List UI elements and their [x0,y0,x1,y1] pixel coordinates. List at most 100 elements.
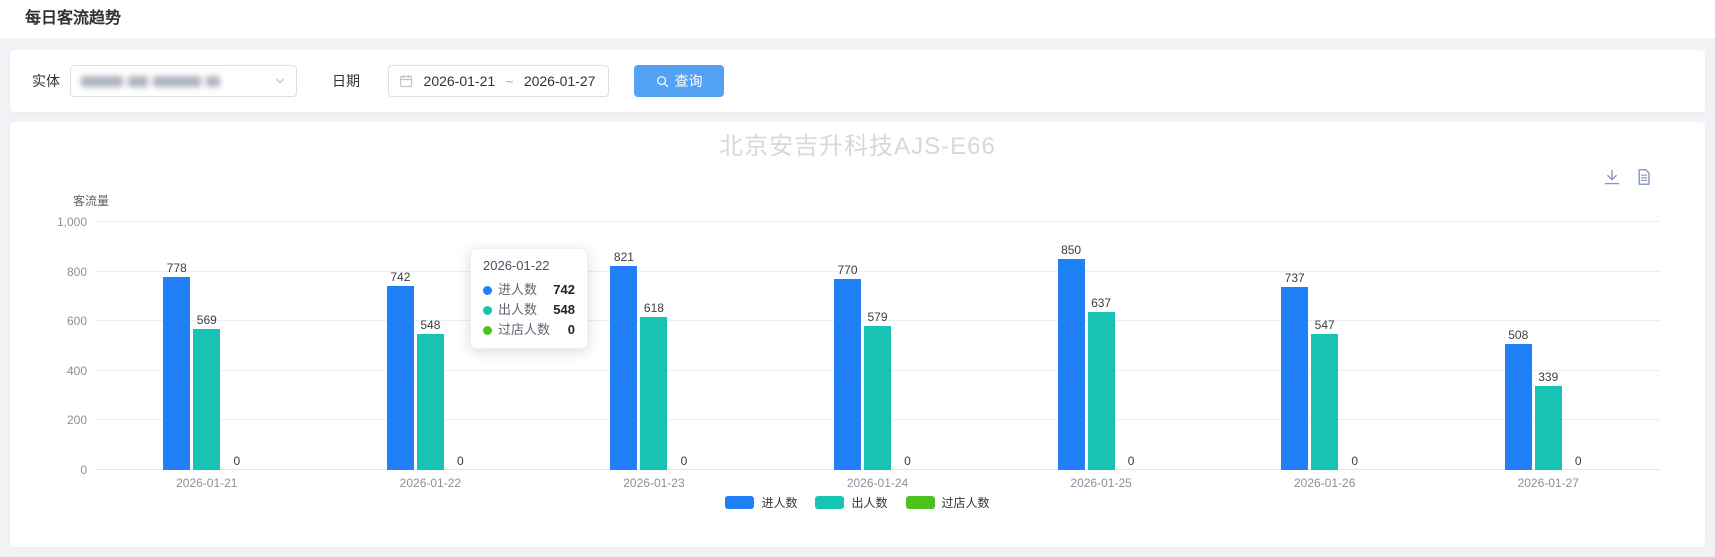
tooltip-series-label: 过店人数 [498,320,550,340]
bar-出人数[interactable]: 548 [417,334,444,470]
x-tick-label: 2026-01-26 [1213,476,1437,490]
x-tick-label: 2026-01-23 [542,476,766,490]
legend-item-出人数[interactable]: 出人数 [815,494,887,511]
bar-group[interactable]: 7785690 [95,222,319,470]
date-start-value[interactable]: 2026-01-21 [421,73,498,89]
bar-value-label: 548 [420,318,440,332]
x-tick-label: 2026-01-25 [989,476,1213,490]
legend-label: 出人数 [851,494,887,511]
bar-group[interactable]: 7705790 [766,222,990,470]
y-tick-label: 1,000 [57,215,87,229]
chart-panel: 北京安吉升科技AJS-E66 客流量 0 200 400 600 800 1,000 778… [10,122,1705,547]
bar-出人数[interactable]: 547 [1311,334,1338,470]
bar-进人数[interactable]: 508 [1505,344,1532,470]
entity-label: 实体 [32,71,60,91]
search-icon [656,75,669,88]
date-separator: ~ [506,74,514,89]
bar-value-label: 0 [1575,454,1582,468]
tooltip-title: 2026-01-22 [483,258,575,273]
series-dot-icon [483,326,492,335]
tooltip-row: 过店人数 0 [483,320,575,340]
tooltip-series-value: 548 [553,300,575,320]
bar-value-label: 737 [1285,271,1305,285]
bar-出人数[interactable]: 618 [640,317,667,470]
bar-进人数[interactable]: 821 [610,266,637,470]
legend-item-过店人数[interactable]: 过店人数 [906,494,990,511]
entity-redacted-value [81,76,220,87]
plot-area: 02004006008001,0007785690742548082161807… [95,222,1660,470]
bar-value-label: 508 [1508,328,1528,342]
bar-进人数[interactable]: 742 [387,286,414,470]
x-axis-labels: 2026-01-212026-01-222026-01-232026-01-24… [95,476,1660,490]
tooltip-series-label: 进人数 [498,280,537,300]
legend-marker-icon [815,496,844,509]
bar-value-label: 637 [1091,296,1111,310]
bar-value-label: 770 [838,263,858,277]
bar-出人数[interactable]: 339 [1535,386,1562,470]
chart-tooltip: 2026-01-22 进人数 742 出人数 548过店人数 0 [470,248,588,349]
legend-marker-icon [725,496,754,509]
bar-value-label: 821 [614,250,634,264]
page-title: 每日客流趋势 [25,0,121,38]
date-label: 日期 [332,71,360,91]
y-tick-label: 400 [67,364,87,378]
tooltip-row: 出人数 548 [483,300,575,320]
watermark-text: 北京安吉升科技AJS-E66 [10,126,1705,161]
bar-group[interactable]: 5083390 [1436,222,1660,470]
bar-group[interactable]: 7375470 [1213,222,1437,470]
bar-value-label: 850 [1061,243,1081,257]
chart-legend: 进人数 出人数 过店人数 [10,494,1705,511]
bar-value-label: 339 [1538,370,1558,384]
query-button[interactable]: 查询 [634,65,724,97]
bar-value-label: 0 [1351,454,1358,468]
bar-value-label: 742 [390,270,410,284]
filter-bar: 实体 日期 2026-01-21 ~ 2026-01-27 查询 [10,50,1705,112]
bar-group[interactable]: 8506370 [989,222,1213,470]
x-tick-label: 2026-01-27 [1436,476,1660,490]
y-tick-label: 800 [67,265,87,279]
bar-value-label: 0 [904,454,911,468]
tooltip-row: 进人数 742 [483,280,575,300]
y-axis-title: 客流量 [73,192,109,209]
x-tick-label: 2026-01-21 [95,476,319,490]
tooltip-rows: 进人数 742 出人数 548过店人数 0 [483,280,575,340]
bar-value-label: 569 [197,313,217,327]
page-header: 每日客流趋势 [0,0,1715,38]
x-tick-label: 2026-01-24 [766,476,990,490]
tooltip-series-value: 0 [568,320,575,340]
date-end-value[interactable]: 2026-01-27 [521,73,598,89]
legend-label: 过店人数 [942,494,990,511]
y-tick-label: 0 [80,463,87,477]
bar-value-label: 547 [1315,318,1335,332]
bar-进人数[interactable]: 770 [834,279,861,470]
y-tick-label: 600 [67,314,87,328]
legend-label: 进人数 [761,494,797,511]
bar-value-label: 618 [644,301,664,315]
chart-toolbar [1603,168,1653,186]
tooltip-series-value: 742 [553,280,575,300]
document-icon[interactable] [1635,168,1653,186]
bar-出人数[interactable]: 569 [193,329,220,470]
bar-value-label: 0 [233,454,240,468]
legend-item-进人数[interactable]: 进人数 [725,494,797,511]
bar-进人数[interactable]: 778 [163,277,190,470]
bar-value-label: 778 [167,261,187,275]
bar-进人数[interactable]: 850 [1058,259,1085,470]
bar-value-label: 0 [457,454,464,468]
bar-value-label: 579 [868,310,888,324]
bar-value-label: 0 [681,454,688,468]
tooltip-series-label: 出人数 [498,300,537,320]
legend-marker-icon [906,496,935,509]
bar-出人数[interactable]: 579 [864,326,891,470]
date-range-picker[interactable]: 2026-01-21 ~ 2026-01-27 [388,65,609,97]
bar-出人数[interactable]: 637 [1088,312,1115,470]
download-icon[interactable] [1603,168,1621,186]
bar-value-label: 0 [1128,454,1135,468]
y-tick-label: 200 [67,413,87,427]
x-tick-label: 2026-01-22 [319,476,543,490]
query-button-label: 查询 [675,71,703,91]
series-dot-icon [483,286,492,295]
bar-进人数[interactable]: 737 [1281,287,1308,470]
entity-select[interactable] [70,65,297,97]
calendar-icon [399,74,413,88]
